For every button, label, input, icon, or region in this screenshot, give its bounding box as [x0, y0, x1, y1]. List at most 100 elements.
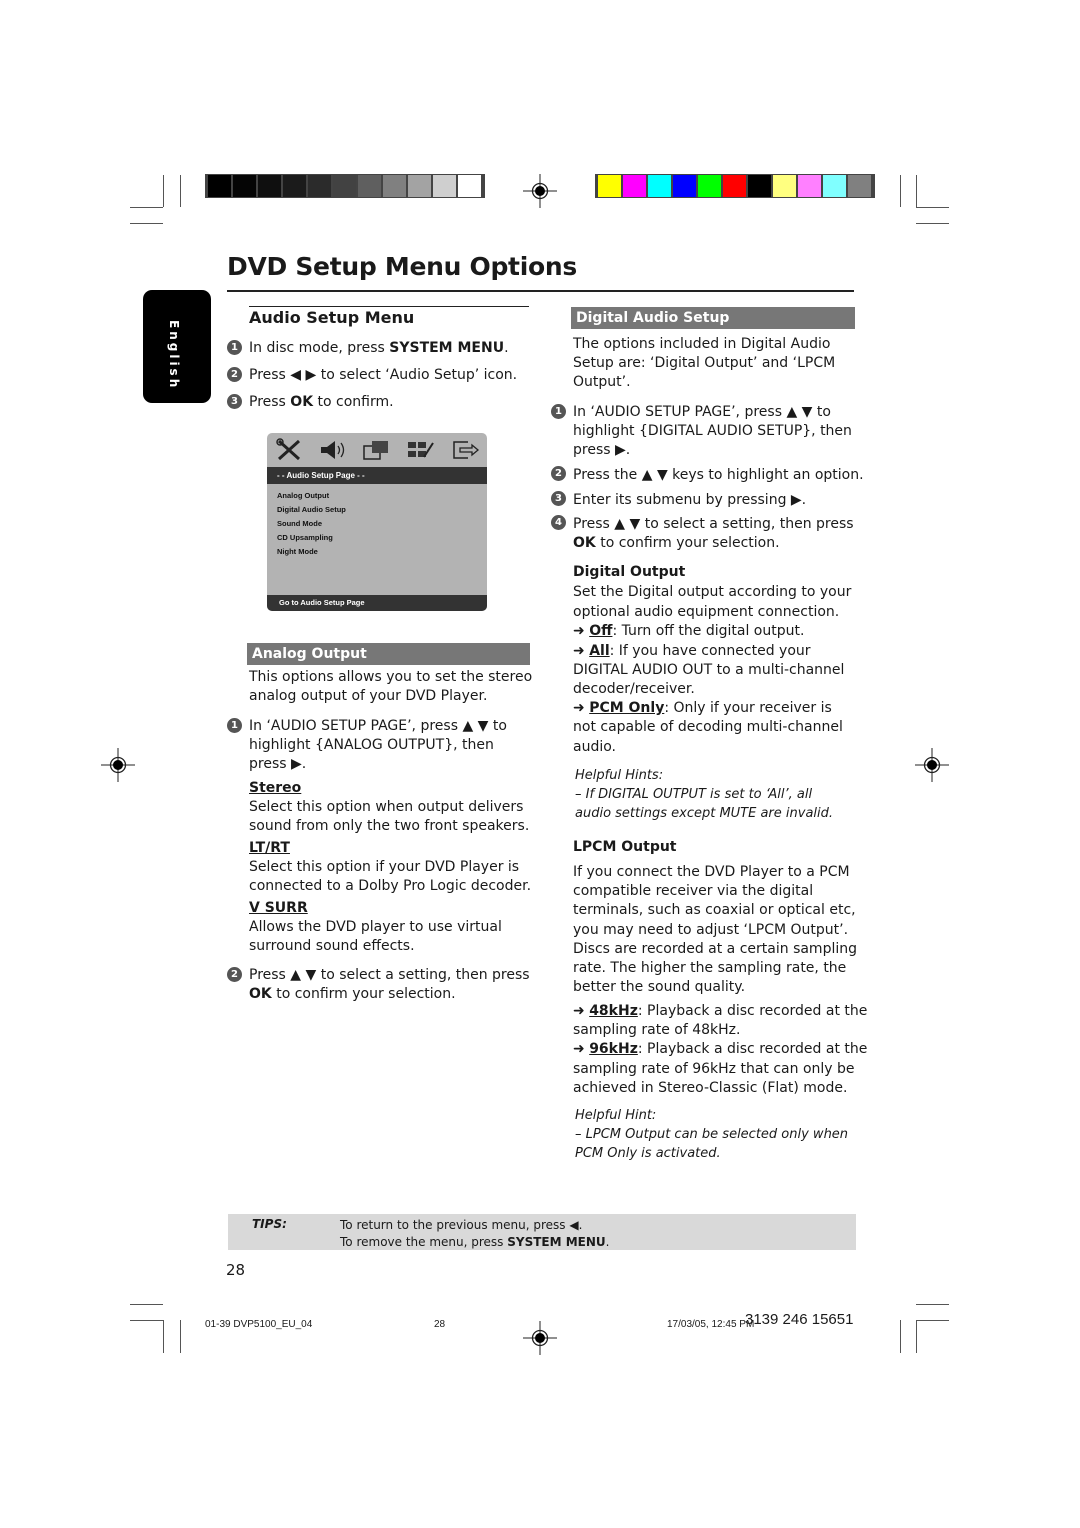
crop-mark: [916, 175, 917, 207]
color-bar: [595, 174, 875, 198]
digital-step-4: Press ▲ ▼ to select a setting, then pres…: [573, 516, 854, 552]
crop-mark: [900, 175, 901, 207]
video-icon: [363, 441, 388, 460]
crop-mark: [130, 223, 163, 224]
audio-step-3: Press OK to confirm.: [249, 394, 394, 410]
language-label: English: [167, 320, 181, 391]
page-title: DVD Setup Menu Options: [227, 252, 577, 281]
step-number-icon: 1: [227, 340, 242, 355]
step-number-icon: 2: [227, 367, 242, 382]
footer-code: 3139 246 15651: [745, 1311, 854, 1328]
crop-mark: [916, 1320, 949, 1321]
arrow-right-icon: ➜: [573, 623, 585, 640]
osd-menu-list: Analog Output Digital Audio Setup Sound …: [277, 489, 346, 559]
registration-mark-icon: [523, 1321, 557, 1355]
step-number-icon: 3: [551, 491, 566, 506]
tips-label: TIPS:: [252, 1217, 287, 1231]
option-48khz: ➜ 48kHz: Playback a disc recorded at the: [573, 1003, 868, 1019]
crop-mark: [180, 1320, 181, 1353]
exit-icon: [453, 441, 480, 459]
color-swatch: [208, 175, 231, 197]
crop-mark: [130, 207, 163, 208]
color-swatch: [233, 175, 256, 197]
step-number-icon: 1: [227, 718, 242, 733]
preference-icon: [408, 442, 434, 458]
color-swatch: [673, 175, 696, 197]
osd-menu-item: Night Mode: [277, 547, 318, 556]
step-number-icon: 4: [551, 515, 566, 530]
color-swatch: [283, 175, 306, 197]
crop-mark: [130, 1320, 163, 1321]
analog-step-2: Press ▲ ▼ to select a setting, then pres…: [249, 967, 530, 1003]
color-swatch: [748, 175, 771, 197]
tools-icon: [276, 438, 301, 461]
audio-setup-heading: Audio Setup Menu: [249, 308, 415, 327]
registration-mark-icon: [915, 748, 949, 782]
analog-step-1: In ‘AUDIO SETUP PAGE’, press ▲ ▼ to high…: [249, 718, 507, 773]
step-number-icon: 3: [227, 394, 242, 409]
lpcm-output-heading: LPCM Output: [573, 839, 677, 855]
color-swatch: [308, 175, 331, 197]
digital-output-body: Set the Digital output according to your…: [573, 584, 852, 755]
osd-menu-item: Sound Mode: [277, 519, 322, 528]
option-pcm-only: ➜ PCM Only: Only if your receiver is: [573, 700, 832, 717]
osd-icon-bar: [267, 433, 487, 467]
analog-output-intro: This options allows you to set the stere…: [249, 669, 533, 705]
color-swatch: [458, 175, 481, 197]
color-swatch: [333, 175, 356, 197]
digital-audio-setup-heading: Digital Audio Setup: [571, 307, 855, 329]
arrow-right-icon: ➜: [573, 642, 585, 659]
page-number: 28: [226, 1261, 246, 1279]
registration-mark-icon: [523, 174, 557, 208]
option-vsurr-label: V SURR: [249, 900, 308, 916]
crop-mark: [180, 175, 181, 207]
color-swatch: [623, 175, 646, 197]
footer-timestamp: 17/03/05, 12:45 PM: [667, 1319, 755, 1330]
audio-setup-osd: - - Audio Setup Page - - Analog Output D…: [267, 433, 487, 611]
color-swatch: [433, 175, 456, 197]
osd-menu-item: CD Upsampling: [277, 533, 333, 542]
helpful-hint-lpcm: Helpful Hint: – LPCM Output can be selec…: [575, 1108, 849, 1161]
helpful-hints-digital: Helpful Hints: – If DIGITAL OUTPUT is se…: [575, 768, 834, 821]
option-off: ➜ Off: Turn off the digital output.: [573, 623, 805, 640]
color-swatch: [823, 175, 846, 197]
step-number-icon: 1: [551, 404, 566, 419]
color-swatch: [383, 175, 406, 197]
step-number-icon: 2: [551, 466, 566, 481]
color-swatch: [723, 175, 746, 197]
speaker-icon: [321, 441, 345, 459]
language-tab: English: [143, 290, 211, 403]
arrow-right-icon: ➜: [573, 1003, 585, 1019]
option-all: ➜ All: If you have connected your: [573, 642, 811, 659]
digital-audio-intro: The options included in Digital Audio Se…: [573, 336, 836, 391]
color-swatch: [698, 175, 721, 197]
osd-footer: Go to Audio Setup Page: [267, 595, 487, 611]
osd-menu-item: Digital Audio Setup: [277, 505, 346, 514]
registration-mark-icon: [101, 748, 135, 782]
tips-box: TIPS: To return to the previous menu, pr…: [228, 1214, 856, 1250]
color-swatch: [848, 175, 871, 197]
osd-menu-item: Analog Output: [277, 491, 330, 500]
audio-step-2: Press ◀ ▶ to select ‘Audio Setup’ icon.: [249, 367, 518, 383]
color-swatch: [258, 175, 281, 197]
option-ltrt-desc: Select this option if your DVD Player is…: [249, 859, 532, 895]
osd-header: - - Audio Setup Page - -: [267, 467, 487, 484]
title-divider: [227, 290, 854, 292]
tips-text: To return to the previous menu, press ◀.…: [340, 1218, 610, 1249]
color-swatch: [358, 175, 381, 197]
color-swatch: [773, 175, 796, 197]
digital-step-2: Press the ▲ ▼ keys to highlight an optio…: [573, 467, 864, 483]
option-stereo-label: Stereo: [249, 780, 302, 796]
color-swatch: [408, 175, 431, 197]
arrow-right-icon: ➜: [573, 1041, 585, 1058]
option-vsurr-desc: Allows the DVD player to use virtual sur…: [249, 919, 502, 955]
digital-step-1: In ‘AUDIO SETUP PAGE’, press ▲ ▼ to high…: [573, 404, 852, 459]
audio-step-1: In disc mode, press SYSTEM MENU.: [249, 340, 509, 356]
grayscale-bar: [205, 174, 485, 198]
section-divider: [249, 306, 529, 307]
lpcm-options: ➜ 48kHz: Playback a disc recorded at the…: [573, 1003, 868, 1096]
color-swatch: [598, 175, 621, 197]
option-ltrt-label: LT/RT: [249, 840, 290, 856]
arrow-right-icon: ➜: [573, 700, 585, 717]
option-stereo-desc: Select this option when output delivers …: [249, 799, 530, 835]
